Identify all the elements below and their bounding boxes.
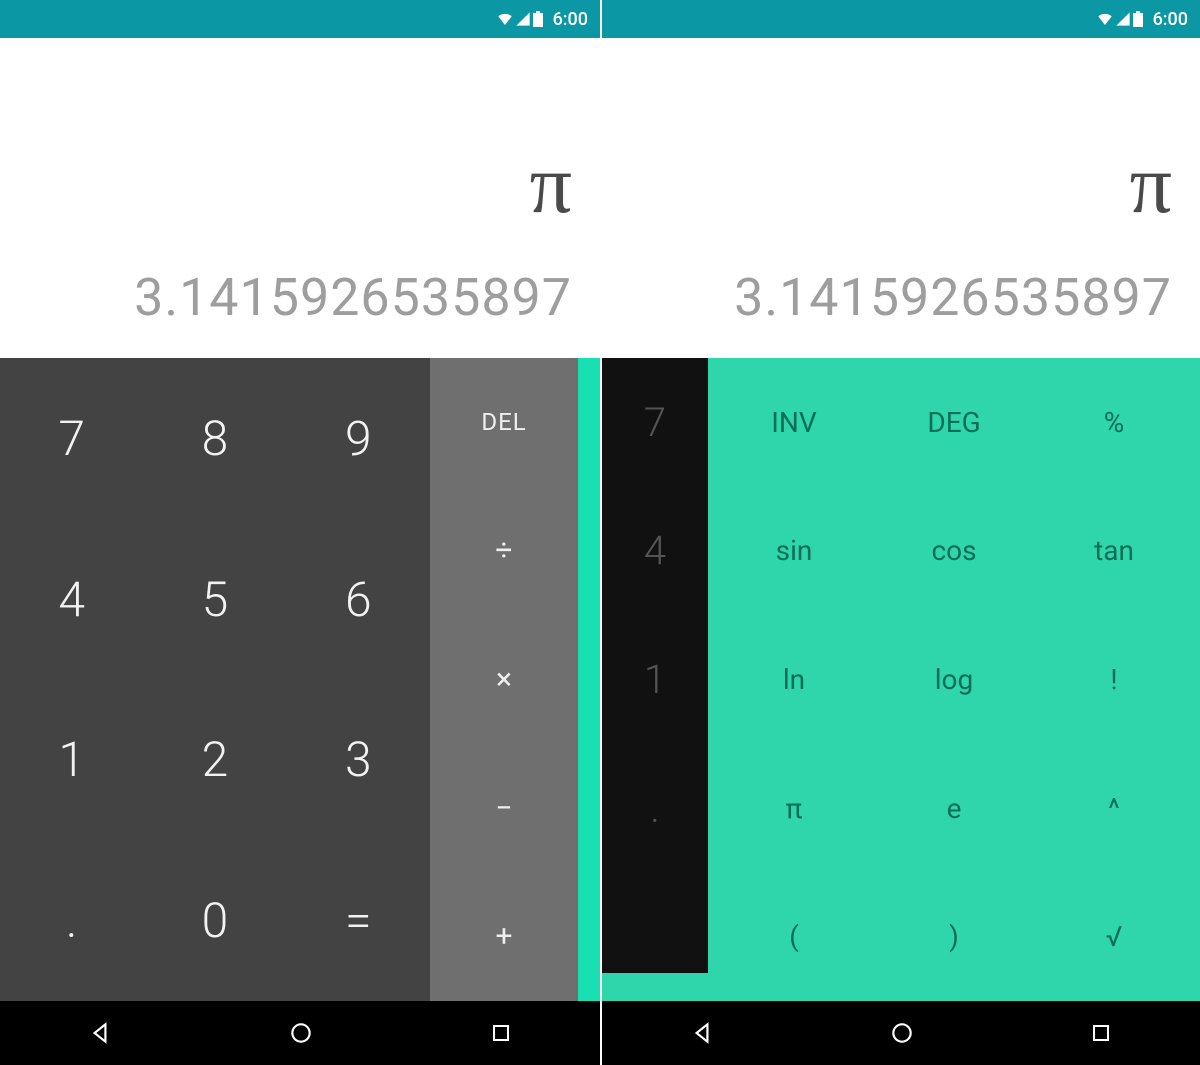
key-inv[interactable]: INV	[714, 358, 874, 487]
nav-recent-button[interactable]	[1089, 1021, 1113, 1045]
triangle-back-icon	[689, 1020, 715, 1046]
status-icons	[1097, 11, 1143, 27]
circle-home-icon	[889, 1020, 915, 1046]
display-area: π 3.1415926535897	[0, 38, 600, 358]
status-bar: 6:00	[602, 0, 1200, 38]
nav-recent-button[interactable]	[489, 1021, 513, 1045]
advanced-pad: INV DEG % sin cos tan ln log ! π e ^ ( )…	[708, 358, 1200, 1001]
nav-home-button[interactable]	[889, 1020, 915, 1046]
key-5[interactable]: 5	[143, 519, 286, 680]
keypad: 7 8 9 4 5 6 1 2 3 . 0 = DEL ÷ × − +	[0, 358, 600, 1001]
key-ln[interactable]: ln	[714, 615, 874, 744]
key-lparen[interactable]: (	[714, 872, 874, 1001]
status-icons	[497, 11, 543, 27]
operator-pad: DEL ÷ × − +	[430, 358, 578, 1001]
status-time: 6:00	[1153, 9, 1188, 30]
key-equals[interactable]: =	[287, 840, 430, 1001]
key-add[interactable]: +	[430, 872, 578, 1001]
key-7[interactable]: 7	[0, 358, 143, 519]
key-divide[interactable]: ÷	[430, 487, 578, 616]
number-pad: 7 8 9 4 5 6 1 2 3 . 0 =	[0, 358, 430, 1001]
key-cos[interactable]: cos	[874, 487, 1034, 616]
key-8[interactable]: 8	[143, 358, 286, 519]
key-sin[interactable]: sin	[714, 487, 874, 616]
phone-right: 6:00 π 3.1415926535897 7 4 1 . INV DEG %…	[600, 0, 1200, 1065]
wifi-icon	[1097, 11, 1113, 27]
battery-icon	[533, 11, 543, 27]
strip-key-dot[interactable]: .	[602, 744, 708, 873]
battery-icon	[1133, 11, 1143, 27]
key-6[interactable]: 6	[287, 519, 430, 680]
key-rparen[interactable]: )	[874, 872, 1034, 1001]
keypad-advanced: 7 4 1 . INV DEG % sin cos tan ln log ! π…	[602, 358, 1200, 1001]
cell-signal-icon	[1115, 11, 1131, 27]
strip-key-1[interactable]: 1	[602, 615, 708, 744]
cell-signal-icon	[515, 11, 531, 27]
number-strip: 7 4 1 .	[602, 358, 708, 1001]
status-bar: 6:00	[0, 0, 600, 38]
key-del[interactable]: DEL	[430, 358, 578, 487]
key-e[interactable]: e	[874, 744, 1034, 873]
display-expression: π	[1130, 143, 1172, 227]
key-factorial[interactable]: !	[1034, 615, 1194, 744]
circle-home-icon	[288, 1020, 314, 1046]
key-0[interactable]: 0	[143, 840, 286, 1001]
advanced-bottom-strip	[602, 973, 708, 1001]
key-dot[interactable]: .	[0, 840, 143, 1001]
display-expression: π	[530, 143, 572, 227]
navigation-bar	[602, 1001, 1200, 1065]
wifi-icon	[497, 11, 513, 27]
key-sqrt[interactable]: √	[1034, 872, 1194, 1001]
display-result: 3.1415926535897	[734, 267, 1172, 328]
key-power[interactable]: ^	[1034, 744, 1194, 873]
key-multiply[interactable]: ×	[430, 615, 578, 744]
navigation-bar	[0, 1001, 600, 1065]
display-result: 3.1415926535897	[134, 267, 572, 328]
key-3[interactable]: 3	[287, 680, 430, 841]
key-1[interactable]: 1	[0, 680, 143, 841]
key-pi[interactable]: π	[714, 744, 874, 873]
display-area: π 3.1415926535897	[602, 38, 1200, 358]
key-2[interactable]: 2	[143, 680, 286, 841]
key-9[interactable]: 9	[287, 358, 430, 519]
nav-home-button[interactable]	[288, 1020, 314, 1046]
key-log[interactable]: log	[874, 615, 1034, 744]
nav-back-button[interactable]	[689, 1020, 715, 1046]
strip-key-4[interactable]: 4	[602, 487, 708, 616]
strip-key-7[interactable]: 7	[602, 358, 708, 487]
square-recent-icon	[489, 1021, 513, 1045]
status-time: 6:00	[553, 9, 588, 30]
key-4[interactable]: 4	[0, 519, 143, 680]
advanced-panel-handle[interactable]	[578, 358, 600, 1001]
triangle-back-icon	[87, 1020, 113, 1046]
key-subtract[interactable]: −	[430, 744, 578, 873]
key-percent[interactable]: %	[1034, 358, 1194, 487]
phone-left: 6:00 π 3.1415926535897 7 8 9 4 5 6 1 2 3…	[0, 0, 600, 1065]
square-recent-icon	[1089, 1021, 1113, 1045]
key-deg[interactable]: DEG	[874, 358, 1034, 487]
nav-back-button[interactable]	[87, 1020, 113, 1046]
key-tan[interactable]: tan	[1034, 487, 1194, 616]
